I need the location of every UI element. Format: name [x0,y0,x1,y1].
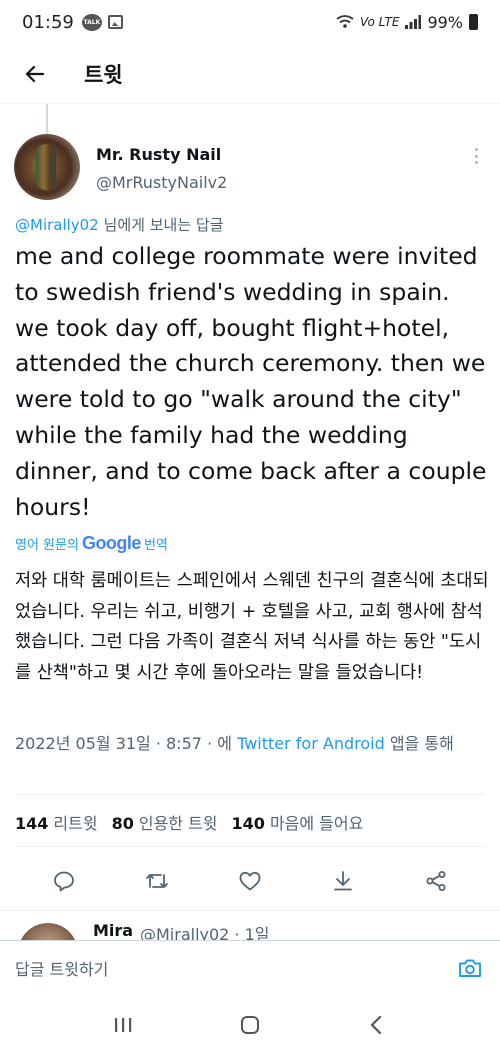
status-time: 01:59 [22,11,74,33]
share-button[interactable] [416,861,456,901]
likes-stat[interactable]: 140 마음에 들어요 [232,810,364,834]
signal-icon [405,15,422,29]
translated-text: 저와 대학 룸메이트는 스페인에서 스웨덴 친구의 결혼식에 초대되었습니다. … [15,571,489,683]
reply-icon [54,871,75,892]
reply-author-name: Mira [93,921,134,940]
retweets-count: 144 [15,814,49,833]
retweet-icon [146,874,169,888]
home-button[interactable] [230,1005,270,1045]
bookmark-button[interactable] [323,861,363,901]
header-bar: 트윗 [0,44,500,104]
camera-button[interactable] [455,953,485,983]
google-logo-text: Google [81,533,142,553]
translation-suffix: 번역 [143,538,168,553]
page-title: 트윗 [84,62,123,87]
via-suffix: 앱을 통해 [389,734,454,753]
divider [15,794,485,795]
download-icon [333,871,352,891]
battery-icon [469,14,478,30]
reply-button[interactable] [44,861,84,901]
thread-connector [46,104,48,134]
tweet-date: 2022년 05월 31일 [15,734,151,753]
arrow-left-icon [25,65,45,82]
battery-percent: 99% [427,12,463,32]
reply-compose-placeholder[interactable]: 답글 트윗하기 [15,956,108,980]
likes-count: 140 [231,814,265,833]
tweet-meta: 2022년 05월 31일 · 8:57 · 에 Twitter for And… [15,734,454,753]
retweets-label: 리트윗 [53,814,98,833]
quotes-count: 80 [111,814,134,833]
likes-label: 마음에 들어요 [269,814,364,833]
camera-icon [459,959,481,977]
gallery-icon [107,15,123,29]
author-avatar[interactable] [14,134,80,200]
recents-button[interactable] [103,1005,143,1045]
kakaotalk-icon: TALK [81,13,102,31]
recents-icon [115,1018,132,1032]
retweets-stat[interactable]: 144 리트윗 [15,810,98,834]
source-link[interactable]: Twitter for Android [237,734,385,753]
author-name[interactable]: Mr. Rusty Nail [96,145,221,164]
like-button[interactable] [230,861,270,901]
reply-avatar[interactable] [18,923,78,940]
next-reply[interactable]: Mira @Mirally02 · 1일 [0,910,500,940]
quotes-stat[interactable]: 80 인용한 트윗 [112,810,218,834]
status-bar: 01:59 TALK Vo LTE 99% [0,0,500,44]
back-button[interactable] [0,44,70,104]
reply-to-suffix: 님에게 보내는 답글 [98,216,224,234]
more-vertical-icon [474,148,478,151]
author-handle[interactable]: @MrRustyNailv2 [96,173,227,192]
translation-label[interactable]: 영어 원문의 Google 번역 [15,533,168,554]
reply-to-mention[interactable]: @Mirally02 [15,216,99,234]
home-icon [240,1016,259,1034]
tweet-time: 8:57 [166,734,202,753]
system-back-button[interactable] [357,1005,397,1045]
system-nav-bar [0,994,500,1056]
more-options-button[interactable] [466,146,486,166]
tweet-stats: 144 리트윗 80 인용한 트윗 140 마음에 들어요 [15,810,363,834]
via-prefix: 에 [217,734,232,753]
action-bar [0,858,500,904]
retweet-button[interactable] [137,861,177,901]
quotes-label: 인용한 트윗 [138,814,218,833]
heart-icon [239,871,261,891]
back-icon [370,1015,381,1035]
translation-prefix: 영어 원문의 [15,538,79,553]
tweet-text: me and college roommate were invited to … [15,242,487,521]
reply-indicator: @Mirally02 님에게 보내는 답글 [15,214,224,235]
wifi-icon [336,15,354,28]
reply-author-handle: @Mirally02 · 1일 [140,925,270,940]
divider [15,846,485,847]
share-icon [426,871,446,891]
reply-compose-bar[interactable]: 답글 트윗하기 [0,940,500,994]
volte-indicator: Vo LTE [359,15,400,29]
google-logo: Google [81,533,142,554]
